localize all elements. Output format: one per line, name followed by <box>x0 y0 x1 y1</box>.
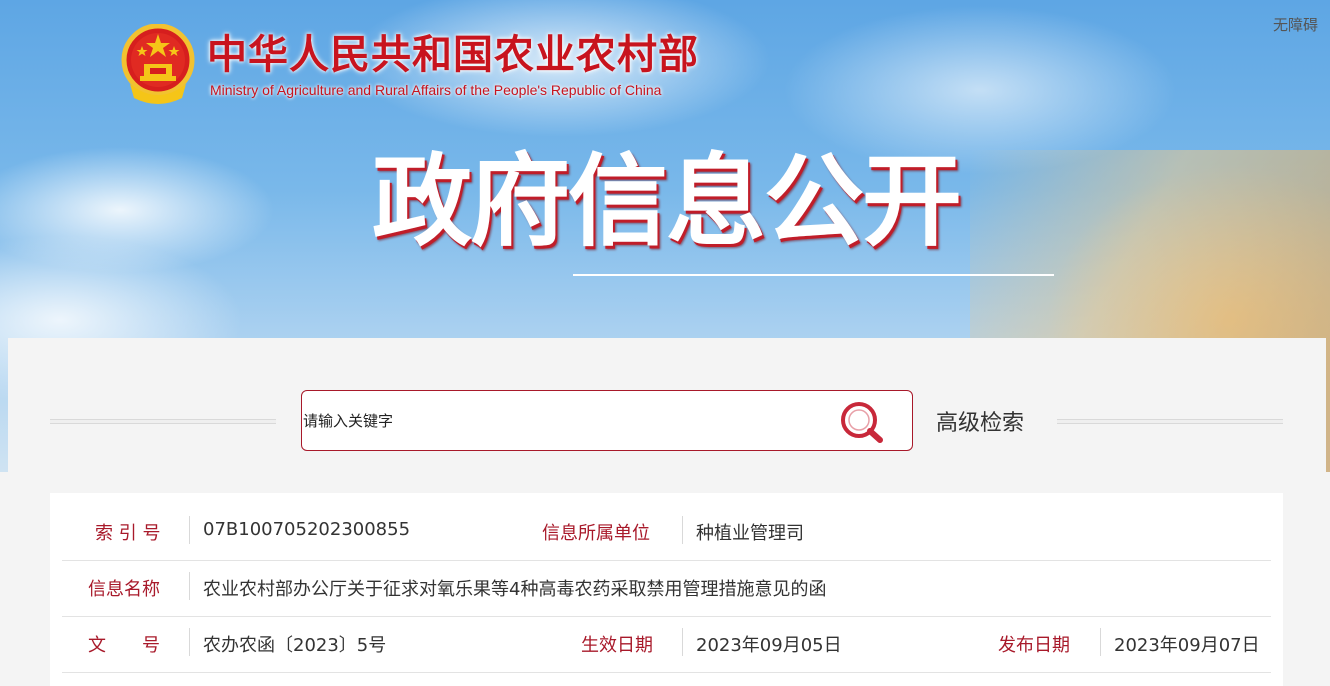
column-divider <box>189 628 190 656</box>
search-input[interactable] <box>302 391 823 450</box>
national-emblem-icon <box>121 24 195 104</box>
column-divider <box>1100 628 1101 656</box>
site-title[interactable]: 中华人民共和国农业农村部 <box>207 32 699 78</box>
info-row-index: 索 引 号 07B100705202300855 信息所属单位 种植业管理司 <box>62 505 1271 561</box>
info-row-dates: 文 号 农办农函〔2023〕5号 生效日期 2023年09月05日 发布日期 2… <box>62 617 1271 673</box>
doc-number-label: 文 号 <box>88 635 160 656</box>
search-box <box>301 390 913 451</box>
unit-label: 信息所属单位 <box>542 523 650 544</box>
effective-date-value: 2023年09月05日 <box>696 635 842 656</box>
index-label: 索 引 号 <box>95 523 161 544</box>
index-value: 07B100705202300855 <box>203 519 411 540</box>
search-rule-right <box>1057 419 1283 424</box>
column-divider <box>682 516 683 544</box>
published-date-value: 2023年09月07日 <box>1114 635 1260 656</box>
search-button[interactable] <box>838 399 888 443</box>
effective-date-label: 生效日期 <box>581 635 653 656</box>
banner-divider <box>573 274 1054 276</box>
column-divider <box>682 628 683 656</box>
published-date-label: 发布日期 <box>998 635 1070 656</box>
column-divider <box>189 516 190 544</box>
column-divider <box>189 572 190 600</box>
search-icon <box>841 402 883 443</box>
name-label: 信息名称 <box>88 579 160 600</box>
info-table: 索 引 号 07B100705202300855 信息所属单位 种植业管理司 信… <box>50 493 1283 686</box>
site-title-english[interactable]: Ministry of Agriculture and Rural Affair… <box>210 82 661 98</box>
name-value: 农业农村部办公厅关于征求对氧乐果等4种高毒农药采取禁用管理措施意见的函 <box>203 579 827 600</box>
advanced-search-link[interactable]: 高级检索 <box>936 405 1024 437</box>
doc-number-value: 农办农函〔2023〕5号 <box>203 635 387 656</box>
accessibility-link[interactable]: 无障碍 <box>1273 14 1318 35</box>
banner-heading: 政府信息公开 <box>372 143 962 260</box>
search-rule-left <box>50 419 276 424</box>
unit-value: 种植业管理司 <box>696 523 804 544</box>
info-row-name: 信息名称 农业农村部办公厅关于征求对氧乐果等4种高毒农药采取禁用管理措施意见的函 <box>62 561 1271 617</box>
